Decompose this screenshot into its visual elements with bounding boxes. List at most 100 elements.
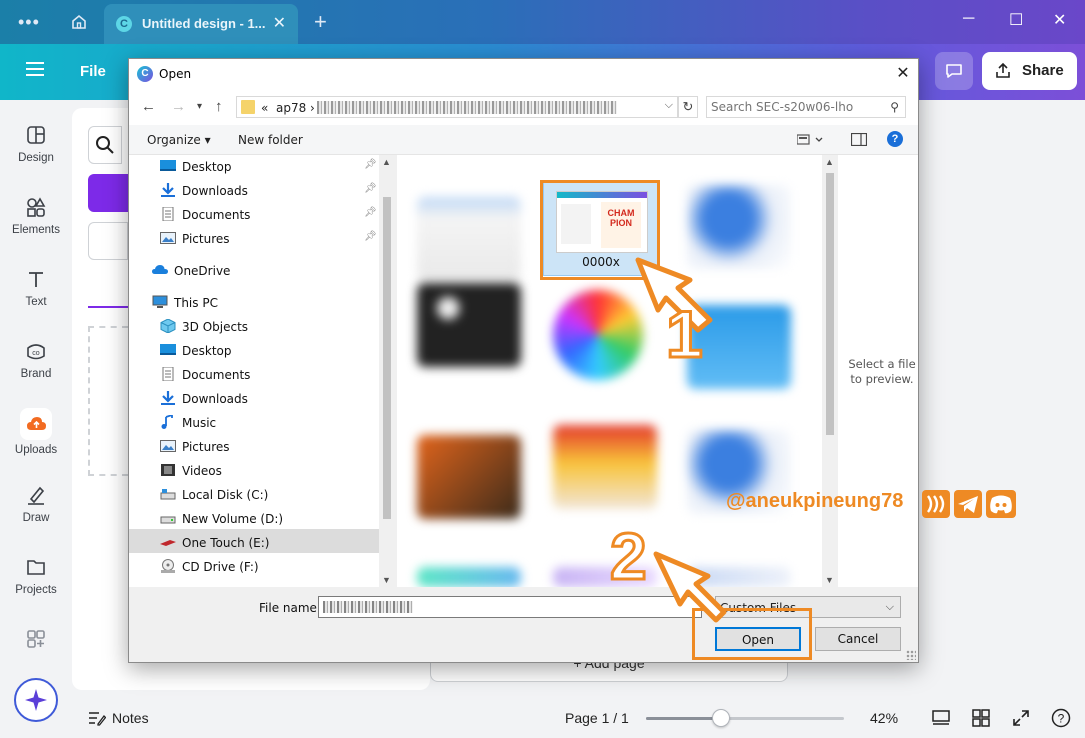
design-icon (27, 126, 45, 144)
scroll-down-icon[interactable]: ▼ (382, 575, 391, 585)
record-button[interactable] (88, 222, 128, 260)
canva-logo-icon: C (116, 16, 132, 32)
view-options-icon[interactable] (797, 134, 823, 146)
organize-button[interactable]: Organize ▾ (147, 133, 211, 147)
rail-item-brand[interactable]: co Brand (0, 340, 72, 380)
tree-item-pictures[interactable]: Pictures (160, 435, 230, 459)
dialog-help-icon[interactable]: ? (887, 131, 903, 147)
tree-item-new-volume[interactable]: New Volume (D:) (160, 507, 283, 531)
minimize-icon[interactable]: ─ (963, 10, 974, 28)
uploads-icon (27, 417, 46, 430)
file-thumbnail[interactable] (417, 197, 521, 281)
desktop-icon (160, 160, 176, 171)
preview-pane-icon[interactable] (851, 133, 867, 146)
tree-item-downloads[interactable]: Downloads (161, 387, 248, 411)
zoom-slider-handle[interactable] (712, 709, 731, 727)
new-tab-icon[interactable]: + (314, 9, 327, 35)
tree-item-downloads-quick[interactable]: Downloads 📌︎ (161, 179, 377, 203)
steem-icon (922, 490, 950, 518)
pages-view-icon[interactable] (931, 708, 951, 728)
pin-icon[interactable]: 📌︎ (364, 159, 377, 170)
file-thumbnail[interactable] (553, 425, 657, 509)
browser-menu-icon[interactable]: ••• (18, 12, 40, 33)
file-thumbnail[interactable] (417, 567, 521, 587)
notes-icon (89, 712, 106, 726)
tree-item-desktop[interactable]: Desktop (160, 339, 232, 363)
maximize-icon[interactable]: ☐ (1009, 10, 1023, 30)
tree-item-pictures-quick[interactable]: Pictures 📌︎ (160, 227, 377, 251)
upload-files-button[interactable] (88, 174, 128, 212)
dialog-nav-row: ← → ▾ ↑ « ap78 › ⌵ ↻ ⚲ (129, 89, 918, 125)
magic-assistant-button[interactable] (14, 678, 58, 722)
fullscreen-icon[interactable] (1011, 708, 1031, 728)
dialog-close-icon[interactable]: ✕ (888, 59, 918, 89)
help-icon[interactable]: ? (1051, 708, 1071, 728)
rail-item-draw[interactable]: Draw (0, 484, 72, 524)
dialog-search-input[interactable] (711, 99, 881, 115)
cancel-button[interactable]: Cancel (815, 627, 901, 651)
tree-item-music[interactable]: Music (161, 411, 216, 435)
rail-item-projects[interactable]: Projects (0, 556, 72, 596)
rail-item-text[interactable]: Text (0, 268, 72, 308)
preview-pane: Select a file to preview. (838, 155, 918, 587)
file-menu[interactable]: File (80, 63, 106, 80)
grid-view-icon[interactable] (971, 708, 991, 728)
file-thumbnail[interactable] (417, 283, 521, 367)
tree-scrollbar-thumb[interactable] (383, 197, 391, 519)
scroll-up-icon[interactable]: ▲ (825, 157, 834, 167)
zoom-slider[interactable] (646, 709, 844, 727)
panel-search-box[interactable] (88, 126, 122, 164)
page-indicator[interactable]: Page 1 / 1 (565, 710, 629, 726)
tree-item-desktop-quick[interactable]: Desktop 📌︎ (160, 155, 377, 179)
rail-item-apps[interactable] (0, 628, 72, 656)
forward-arrow-icon[interactable]: → (171, 98, 186, 115)
resize-grip-icon[interactable] (906, 650, 916, 660)
rail-item-design[interactable]: Design (0, 124, 72, 164)
upload-drop-zone[interactable] (88, 326, 128, 476)
scroll-up-icon[interactable]: ▲ (382, 157, 391, 167)
hamburger-menu-icon[interactable] (26, 62, 44, 76)
downloads-icon (161, 391, 175, 405)
new-folder-button[interactable]: New folder (238, 133, 303, 147)
browser-tab-strip: ••• C Untitled design - 1... ✕ + ─ ☐ ✕ (0, 0, 1085, 44)
scroll-down-icon[interactable]: ▼ (825, 575, 834, 585)
address-bar[interactable]: « ap78 › ⌵ (236, 96, 678, 118)
comment-button[interactable] (935, 52, 973, 90)
close-window-icon[interactable]: ✕ (1053, 10, 1066, 30)
back-arrow-icon[interactable]: ← (141, 98, 156, 115)
tree-item-3d-objects[interactable]: 3D Objects (160, 315, 248, 339)
onedrive-icon (152, 265, 168, 274)
open-file-dialog: C Open ✕ ← → ▾ ↑ « ap78 › ⌵ ↻ ⚲ Organize… (128, 58, 919, 663)
home-icon[interactable] (70, 13, 88, 31)
pin-icon[interactable]: 📌︎ (364, 207, 377, 218)
zoom-value[interactable]: 42% (870, 710, 898, 726)
recent-locations-icon[interactable]: ▾ (197, 101, 202, 112)
tree-item-onedrive[interactable]: OneDrive (152, 259, 230, 283)
tree-item-local-disk[interactable]: Local Disk (C:) (160, 483, 268, 507)
tree-item-this-pc[interactable]: This PC (152, 291, 218, 315)
browser-tab-active[interactable]: C Untitled design - 1... ✕ (104, 4, 298, 44)
rail-item-uploads[interactable]: Uploads (0, 408, 72, 456)
search-icon: ⚲ (890, 100, 899, 114)
notes-button[interactable]: Notes (88, 710, 149, 726)
share-button[interactable]: Share (982, 52, 1077, 90)
svg-text:co: co (32, 350, 40, 357)
chevron-down-icon[interactable]: ⌵ (665, 99, 673, 112)
tree-item-one-touch[interactable]: One Touch (E:) (160, 531, 270, 555)
file-name-input[interactable]: ▾ (318, 596, 881, 618)
files-scrollbar-thumb[interactable] (826, 173, 834, 435)
tree-item-documents[interactable]: Documents (162, 363, 250, 387)
pin-icon[interactable]: 📌︎ (364, 231, 377, 242)
refresh-icon[interactable]: ↻ (678, 96, 698, 118)
tree-item-cd-drive[interactable]: CD Drive (F:) (161, 555, 259, 579)
rail-item-elements[interactable]: Elements (0, 196, 72, 236)
file-thumbnail[interactable] (417, 435, 521, 519)
close-tab-icon[interactable]: ✕ (273, 13, 286, 33)
tree-item-videos[interactable]: Videos (161, 459, 222, 483)
pin-icon[interactable]: 📌︎ (364, 183, 377, 194)
dialog-search-box[interactable]: ⚲ (706, 96, 906, 118)
files-scrollbar[interactable]: ▲ ▼ (822, 155, 838, 587)
tree-scrollbar[interactable]: ▲ ▼ (379, 155, 395, 587)
tree-item-documents-quick[interactable]: Documents 📌︎ (162, 203, 377, 227)
up-arrow-icon[interactable]: ↑ (215, 98, 223, 115)
